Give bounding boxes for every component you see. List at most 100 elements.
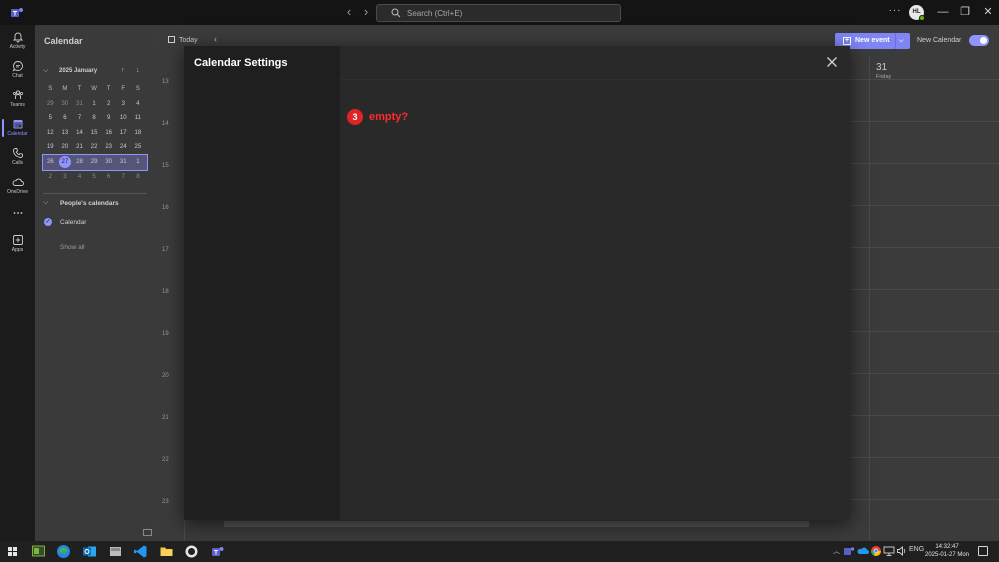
day-cell[interactable]: 15 — [87, 126, 102, 141]
day-cell[interactable]: 11 — [131, 111, 146, 126]
day-cell[interactable]: 30 — [58, 97, 73, 112]
rail-item-onedrive[interactable]: OneDrive — [0, 173, 35, 201]
day-cell[interactable]: 10 — [116, 111, 131, 126]
day-cell[interactable]: 26 — [43, 155, 58, 170]
day-cell[interactable]: 3 — [116, 97, 131, 112]
day-cell[interactable]: 3 — [58, 170, 73, 185]
day-cell[interactable]: 19 — [43, 140, 58, 155]
day-cell[interactable]: 13 — [58, 126, 73, 141]
rail-item-apps[interactable]: Apps — [0, 231, 35, 259]
notification-center-icon[interactable] — [978, 546, 988, 556]
day-cell[interactable]: 29 — [43, 97, 58, 112]
back-arrow-icon[interactable]: ‹ — [342, 5, 356, 19]
volume-icon[interactable] — [895, 544, 909, 558]
day-cell[interactable]: 21 — [72, 140, 87, 155]
chat-icon — [12, 61, 23, 72]
day-cell[interactable]: 8 — [131, 170, 146, 185]
day-cell[interactable]: 9 — [101, 111, 116, 126]
avatar[interactable]: HL — [909, 5, 925, 21]
horizontal-scrollbar[interactable] — [224, 521, 809, 527]
next-month-arrow-icon[interactable]: ↓ — [136, 67, 140, 74]
day-cell[interactable]: 7 — [116, 170, 131, 185]
previous-month-arrow-icon[interactable]: ↑ — [121, 67, 125, 74]
rail-item-calendar[interactable]: Calendar — [0, 115, 35, 143]
system-clock[interactable]: 14:32:47 2025-01-27 Mon — [923, 543, 971, 559]
previous-week-arrow-icon[interactable]: ‹ — [214, 34, 217, 44]
teams-tray-icon[interactable] — [842, 544, 856, 558]
search-input[interactable] — [407, 6, 612, 20]
day-cell[interactable]: 14 — [72, 126, 87, 141]
onedrive-tray-icon[interactable] — [856, 544, 870, 558]
day-cell[interactable]: 22 — [87, 140, 102, 155]
day-cell[interactable]: 28 — [72, 155, 87, 170]
today-button[interactable]: Today — [168, 36, 198, 44]
day-name: Friday — [876, 74, 892, 80]
file-server-icon[interactable] — [107, 543, 124, 560]
task-view-icon[interactable] — [30, 543, 47, 560]
calendar-today-icon — [168, 36, 175, 43]
day-cell[interactable]: 2 — [43, 170, 58, 185]
forward-arrow-icon[interactable]: › — [359, 5, 373, 19]
day-cell[interactable]: 30 — [101, 155, 116, 170]
outlook-icon[interactable] — [81, 543, 98, 560]
day-column-header[interactable]: 31 Friday — [876, 62, 891, 80]
more-options-icon[interactable]: ··· — [888, 5, 902, 16]
day-cell[interactable]: 5 — [87, 170, 102, 185]
search-box[interactable] — [376, 4, 621, 22]
hour-label: 13 — [162, 79, 169, 85]
day-cell[interactable]: 5 — [43, 111, 58, 126]
rail-item-teams[interactable]: Teams — [0, 86, 35, 114]
input-language[interactable]: ENG — [909, 546, 924, 553]
day-cell[interactable]: 8 — [87, 111, 102, 126]
day-cell[interactable]: 12 — [43, 126, 58, 141]
window-close-button[interactable]: ✕ — [980, 4, 996, 20]
day-cell[interactable]: 4 — [131, 97, 146, 112]
day-cell[interactable]: 1 — [131, 155, 146, 170]
clock-date: 2025-01-27 Mon — [924, 552, 970, 558]
dialog-close-button[interactable] — [825, 55, 839, 69]
day-cell[interactable]: 2 — [101, 97, 116, 112]
day-cell[interactable]: 20 — [58, 140, 73, 155]
collapse-pane-icon[interactable] — [143, 529, 152, 536]
new-calendar-label: New Calendar — [917, 37, 962, 44]
weekday-header-row: S M T W T F S — [43, 82, 147, 97]
rail-item-calls[interactable]: Calls — [0, 144, 35, 172]
windows-start-icon[interactable] — [4, 543, 21, 560]
hour-label: 18 — [162, 289, 169, 295]
day-cell[interactable]: 29 — [87, 155, 102, 170]
chevron-down-icon[interactable]: ⌵ — [899, 33, 904, 49]
vscode-icon[interactable] — [132, 543, 149, 560]
github-desktop-icon[interactable] — [183, 543, 200, 560]
day-cell[interactable]: 1 — [87, 97, 102, 112]
mini-calendar-month[interactable]: 2025 January — [59, 68, 97, 74]
teams-taskbar-icon[interactable] — [209, 543, 226, 560]
today-day-cell[interactable]: 27 — [58, 155, 73, 170]
day-cell[interactable]: 6 — [101, 170, 116, 185]
day-cell[interactable]: 6 — [58, 111, 73, 126]
rail-item-chat[interactable]: Chat — [0, 57, 35, 85]
file-explorer-icon[interactable] — [158, 543, 175, 560]
day-cell[interactable]: 16 — [101, 126, 116, 141]
day-cell[interactable]: 31 — [116, 155, 131, 170]
chevron-down-icon[interactable]: ⌵ — [43, 67, 48, 75]
rail-item-more[interactable] — [0, 206, 35, 220]
chrome-tray-icon[interactable] — [869, 544, 883, 558]
day-cell[interactable]: 31 — [72, 97, 87, 112]
show-hidden-icons-chevron-icon[interactable]: ︿ — [833, 546, 840, 556]
day-cell[interactable]: 23 — [101, 140, 116, 155]
new-calendar-toggle[interactable] — [969, 35, 989, 46]
day-cell[interactable]: 17 — [116, 126, 131, 141]
network-icon[interactable] — [882, 544, 896, 558]
day-cell[interactable]: 4 — [72, 170, 87, 185]
day-cell[interactable]: 18 — [131, 126, 146, 141]
checkmark-icon[interactable]: ✓ — [44, 218, 52, 226]
day-cell[interactable]: 7 — [72, 111, 87, 126]
show-all-link[interactable]: Show all — [60, 244, 85, 251]
hour-column: 13 14 15 16 17 18 19 20 21 22 23 — [154, 57, 184, 541]
rail-item-activity[interactable]: Activity — [0, 28, 35, 56]
day-cell[interactable]: 24 — [116, 140, 131, 155]
restore-button[interactable]: ❐ — [957, 4, 973, 20]
minimize-button[interactable]: — — [935, 4, 951, 20]
day-cell[interactable]: 25 — [131, 140, 146, 155]
edge-browser-icon[interactable] — [55, 543, 72, 560]
